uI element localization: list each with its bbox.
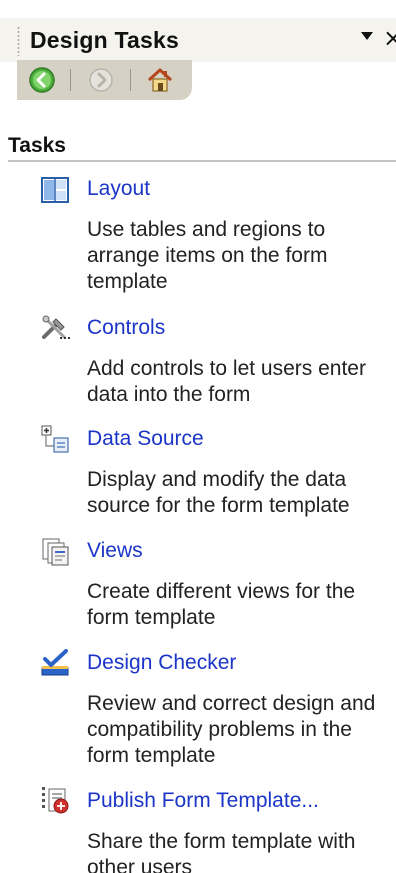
- controls-icon[interactable]: [40, 313, 70, 343]
- views-icon[interactable]: [40, 537, 70, 567]
- toolbar-separator: [70, 69, 71, 91]
- design-tasks-pane: Design Tasks × Tasks Layout Use tables a…: [0, 0, 396, 873]
- data-source-link[interactable]: Data Source: [87, 427, 204, 451]
- navigation-toolbar: [17, 60, 192, 100]
- publish-icon[interactable]: [40, 785, 70, 815]
- section-divider: [8, 160, 396, 162]
- home-icon: [147, 68, 173, 92]
- design-checker-link[interactable]: Design Checker: [87, 651, 236, 675]
- forward-arrow-icon: [89, 68, 113, 92]
- publish-form-template-description: Share the form template with other users: [87, 830, 356, 873]
- publish-form-template-link[interactable]: Publish Form Template...: [87, 789, 319, 813]
- layout-description: Use tables and regions to arrange items …: [87, 218, 328, 293]
- back-arrow-icon: [29, 67, 55, 93]
- forward-button[interactable]: [86, 65, 116, 95]
- toolbar-separator: [130, 69, 131, 91]
- tasks-section-header: Tasks: [8, 134, 66, 157]
- pane-title: Design Tasks: [30, 27, 179, 53]
- views-link[interactable]: Views: [87, 539, 143, 563]
- design-checker-description: Review and correct design and compatibil…: [87, 692, 376, 767]
- close-icon[interactable]: ×: [383, 24, 396, 52]
- controls-description: Add controls to let users enter data int…: [87, 357, 366, 406]
- back-button[interactable]: [27, 65, 57, 95]
- data-source-description: Display and modify the data source for t…: [87, 468, 350, 517]
- drag-grip-handle[interactable]: [17, 26, 20, 56]
- views-description: Create different views for the form temp…: [87, 580, 356, 629]
- layout-link[interactable]: Layout: [87, 177, 150, 201]
- data-source-icon[interactable]: [40, 424, 70, 454]
- pane-menu-dropdown-icon[interactable]: [361, 32, 373, 40]
- pane-title-bar: Design Tasks ×: [0, 18, 396, 62]
- layout-icon[interactable]: [40, 175, 70, 205]
- design-checker-icon[interactable]: [40, 648, 70, 678]
- controls-link[interactable]: Controls: [87, 316, 165, 340]
- home-button[interactable]: [145, 65, 175, 95]
